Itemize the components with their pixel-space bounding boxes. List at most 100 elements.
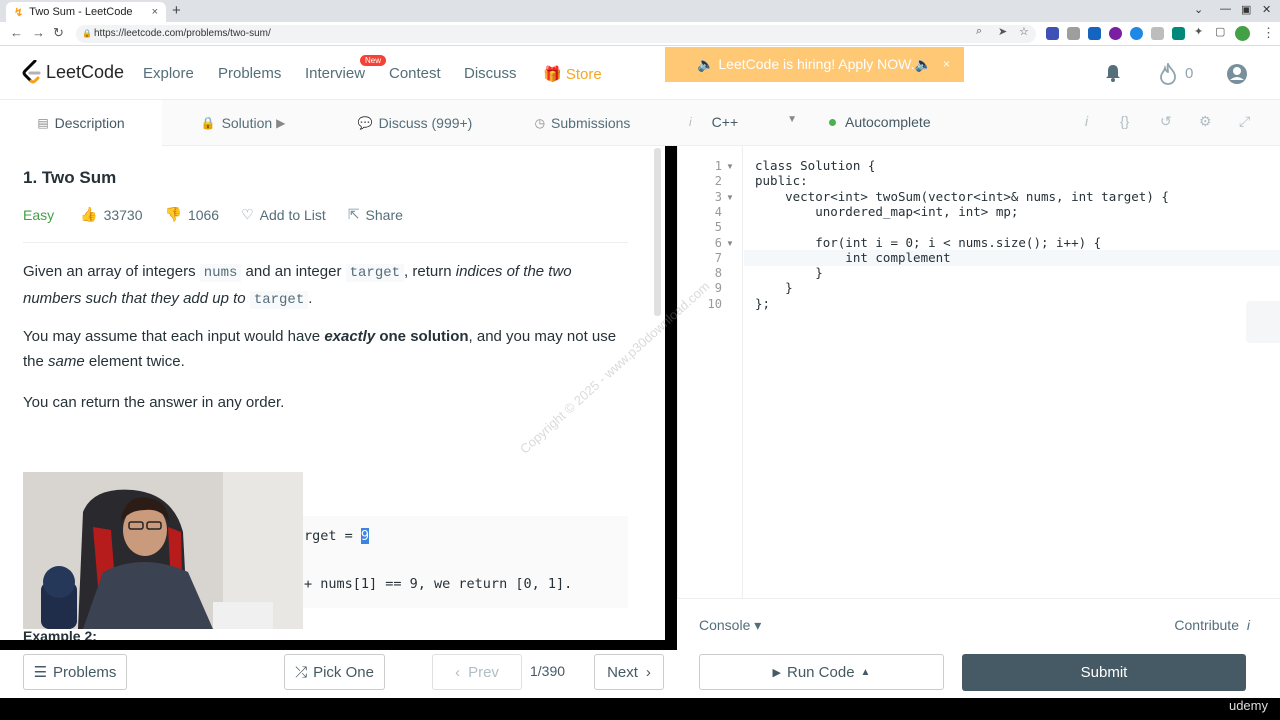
- reset-icon[interactable]: ↺: [1160, 113, 1172, 130]
- heart-icon: ♡: [241, 206, 254, 222]
- tab-search-icon[interactable]: ⌄: [1194, 3, 1203, 16]
- send-icon[interactable]: ➤: [998, 25, 1007, 38]
- info-icon: i: [689, 115, 692, 129]
- contribute-link[interactable]: Contribute i: [1174, 617, 1250, 633]
- minimize-icon[interactable]: —: [1220, 3, 1231, 15]
- add-to-list-button[interactable]: ♡ Add to List: [241, 206, 326, 223]
- run-code-button[interactable]: ▶ Run Code ▲: [699, 654, 944, 690]
- nav-store[interactable]: 🎁 Store: [543, 65, 602, 83]
- code-line: };: [755, 296, 771, 311]
- chevron-right-icon: ›: [645, 663, 651, 681]
- tab-description-label: Description: [54, 115, 125, 131]
- fold-arrow-icon[interactable]: ▼: [726, 239, 734, 248]
- emphasis-text: exactly: [324, 328, 376, 345]
- like-count: 33730: [103, 206, 143, 223]
- extension-icon[interactable]: [1088, 27, 1101, 40]
- maximize-icon[interactable]: ▣: [1241, 3, 1251, 16]
- language-select[interactable]: i C++ ▼: [677, 107, 805, 137]
- code-editor[interactable]: 1 2 3 4 5 6 7 8 9 10 ▼ ▼ ▼ class Solutio…: [677, 146, 1280, 598]
- prev-button[interactable]: ‹ Prev: [432, 654, 522, 690]
- hiring-banner[interactable]: 🔈 LeetCode is hiring! Apply NOW.🔈 ×: [665, 47, 964, 82]
- new-badge: New: [360, 55, 387, 66]
- lock-icon: 🔒: [82, 29, 92, 38]
- hiring-banner-text: 🔈 LeetCode is hiring! Apply NOW.🔈: [697, 56, 932, 72]
- pick-one-button[interactable]: ⤮ Pick One: [284, 654, 385, 690]
- submit-button[interactable]: Submit: [962, 654, 1246, 691]
- leetcode-logo[interactable]: LeetCode: [22, 59, 124, 84]
- code-line: }: [755, 280, 793, 295]
- extension-icon[interactable]: [1151, 27, 1164, 40]
- nav-explore[interactable]: Explore: [143, 65, 194, 82]
- extension-icon[interactable]: [1130, 27, 1143, 40]
- leetcode-logo-icon: [22, 59, 42, 84]
- line-number: 4: [714, 205, 722, 219]
- editor-toolbar: i C++ ▼ Autocomplete i {} ↺ ⚙ ⤢: [665, 100, 1280, 146]
- bookmark-star-icon[interactable]: ☆: [1019, 25, 1029, 38]
- code-line: for(int i = 0; i < nums.size(); i++) {: [755, 235, 1102, 250]
- extension-icon[interactable]: [1067, 27, 1080, 40]
- thumbs-up-icon: 👍: [80, 206, 98, 222]
- tab-discuss-label: Discuss (999+): [378, 115, 473, 131]
- user-avatar-icon[interactable]: [1226, 63, 1248, 90]
- problems-list-button[interactable]: ☰ Problems: [23, 654, 127, 690]
- fullscreen-icon[interactable]: ⤢: [1239, 113, 1250, 130]
- leetcode-header: LeetCode Explore Problems Interview New …: [0, 46, 1280, 100]
- browser-menu-icon[interactable]: ⋮: [1262, 25, 1275, 41]
- tab-solution[interactable]: 🔒 Solution ▶: [162, 100, 324, 146]
- extension-icon[interactable]: [1109, 27, 1122, 40]
- extension-icon[interactable]: [1172, 27, 1185, 40]
- sidebar-icon[interactable]: ▢: [1215, 25, 1225, 38]
- nav-contest[interactable]: Contest: [389, 65, 441, 82]
- settings-gear-icon[interactable]: ⚙: [1199, 113, 1212, 130]
- autocomplete-toggle[interactable]: Autocomplete: [829, 114, 931, 130]
- forward-icon[interactable]: →: [32, 25, 45, 40]
- notification-bell-icon[interactable]: [1103, 63, 1123, 88]
- reload-icon[interactable]: ↻: [53, 25, 64, 41]
- example-explanation-line: + nums[1] == 9, we return [0, 1].: [304, 576, 573, 592]
- video-play-icon: ▶: [276, 116, 286, 130]
- side-panel-tab[interactable]: [1246, 301, 1280, 343]
- code-line: unordered_map<int, int> mp;: [755, 204, 1019, 219]
- info-icon: i: [1246, 617, 1250, 633]
- text-segment: , return: [404, 263, 456, 280]
- back-icon[interactable]: ←: [10, 25, 23, 40]
- clock-icon: ◷: [534, 116, 546, 130]
- fold-arrow-icon[interactable]: ▼: [726, 162, 734, 171]
- contribute-label: Contribute: [1174, 617, 1239, 633]
- close-tab-icon[interactable]: ×: [152, 6, 158, 18]
- info-icon[interactable]: i: [1085, 113, 1088, 129]
- nav-problems[interactable]: Problems: [218, 65, 281, 82]
- nav-discuss[interactable]: Discuss: [464, 65, 517, 82]
- url-input[interactable]: https://leetcode.com/problems/two-sum/: [76, 25, 1036, 43]
- code-format-icon[interactable]: {}: [1120, 113, 1129, 129]
- run-code-label: Run Code: [787, 663, 855, 681]
- tab-submissions[interactable]: ◷ Submissions: [500, 100, 665, 146]
- streak-count: 0: [1185, 65, 1194, 82]
- browser-tab[interactable]: ↯ Two Sum - LeetCode ×: [6, 2, 166, 22]
- tab-description[interactable]: ▤ Description: [0, 100, 162, 146]
- extension-icon[interactable]: [1046, 27, 1059, 40]
- inline-code: nums: [199, 264, 242, 282]
- emphasis-text: same: [48, 353, 85, 370]
- like-button[interactable]: 👍 33730: [80, 206, 142, 223]
- close-window-icon[interactable]: ✕: [1262, 3, 1271, 16]
- profile-avatar[interactable]: [1235, 26, 1250, 41]
- list-icon: ☰: [33, 664, 48, 681]
- console-toggle[interactable]: Console ▾: [699, 617, 761, 634]
- description-scrollbar[interactable]: [654, 148, 661, 316]
- browser-address-bar: ← → ↻ https://leetcode.com/problems/two-…: [0, 22, 1280, 46]
- close-banner-icon[interactable]: ×: [943, 57, 950, 71]
- nav-interview[interactable]: Interview: [305, 65, 365, 82]
- fold-arrow-icon[interactable]: ▼: [726, 193, 734, 202]
- dislike-button[interactable]: 👎 1066: [165, 206, 220, 223]
- share-button[interactable]: ⇱ Share: [348, 206, 403, 223]
- zoom-icon[interactable]: ⌕: [976, 25, 982, 38]
- extensions-puzzle-icon[interactable]: ✦: [1194, 25, 1203, 38]
- streak-flame-icon[interactable]: [1158, 61, 1178, 90]
- new-tab-button[interactable]: +: [172, 2, 181, 19]
- shuffle-icon: ⤮: [295, 663, 308, 681]
- tab-discuss[interactable]: 💬 Discuss (999+): [330, 100, 500, 146]
- webcam-overlay: [23, 472, 303, 629]
- line-number: 2: [714, 174, 722, 188]
- next-button[interactable]: Next ›: [594, 654, 664, 690]
